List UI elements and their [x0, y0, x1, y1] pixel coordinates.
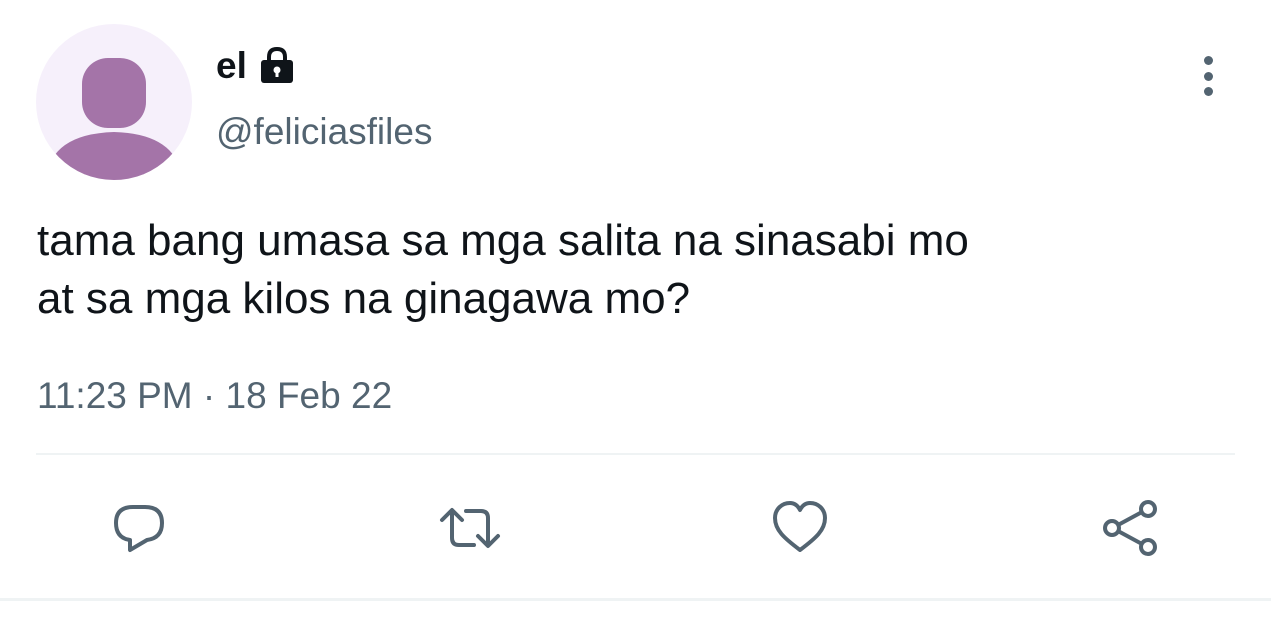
- more-dot: [1203, 87, 1213, 96]
- reply-icon: [114, 505, 164, 552]
- tweet-text-line: at sa mga kilos na ginagawa mo?: [37, 274, 691, 323]
- like-button[interactable]: [768, 496, 832, 560]
- tweet-text-line: tama bang umasa sa mga salita na sinasab…: [37, 216, 969, 265]
- bottom-divider: [0, 598, 1271, 601]
- tweet-time: 11:23 PM: [37, 375, 193, 416]
- timestamp-separator: ·: [192, 375, 226, 416]
- tweet-text: tama bang umasa sa mga salita na sinasab…: [37, 212, 1237, 328]
- share-icon: [1103, 500, 1157, 556]
- avatar[interactable]: [36, 24, 192, 180]
- author-name-row: el: [216, 44, 297, 88]
- share-button[interactable]: [1098, 496, 1162, 560]
- more-dot: [1203, 71, 1213, 81]
- lock-icon: [260, 46, 293, 83]
- retweet-button[interactable]: [438, 496, 502, 560]
- author-handle[interactable]: @feliciasfiles: [216, 110, 432, 154]
- tweet-timestamp[interactable]: 11:23 PM · 18 Feb 22: [37, 374, 392, 418]
- tweet-card: el @feliciasfiles tama bang umasa sa mga…: [0, 0, 1271, 618]
- heart-icon: [773, 501, 827, 552]
- tweet-date: 18 Feb 22: [225, 375, 393, 416]
- display-name[interactable]: el: [216, 44, 247, 88]
- more-vertical-icon[interactable]: [1188, 52, 1228, 100]
- more-dot: [1203, 56, 1213, 65]
- reply-button[interactable]: [107, 496, 171, 560]
- retweet-icon: [440, 508, 500, 548]
- default-profile-silhouette-icon: [46, 58, 182, 180]
- divider: [36, 453, 1235, 455]
